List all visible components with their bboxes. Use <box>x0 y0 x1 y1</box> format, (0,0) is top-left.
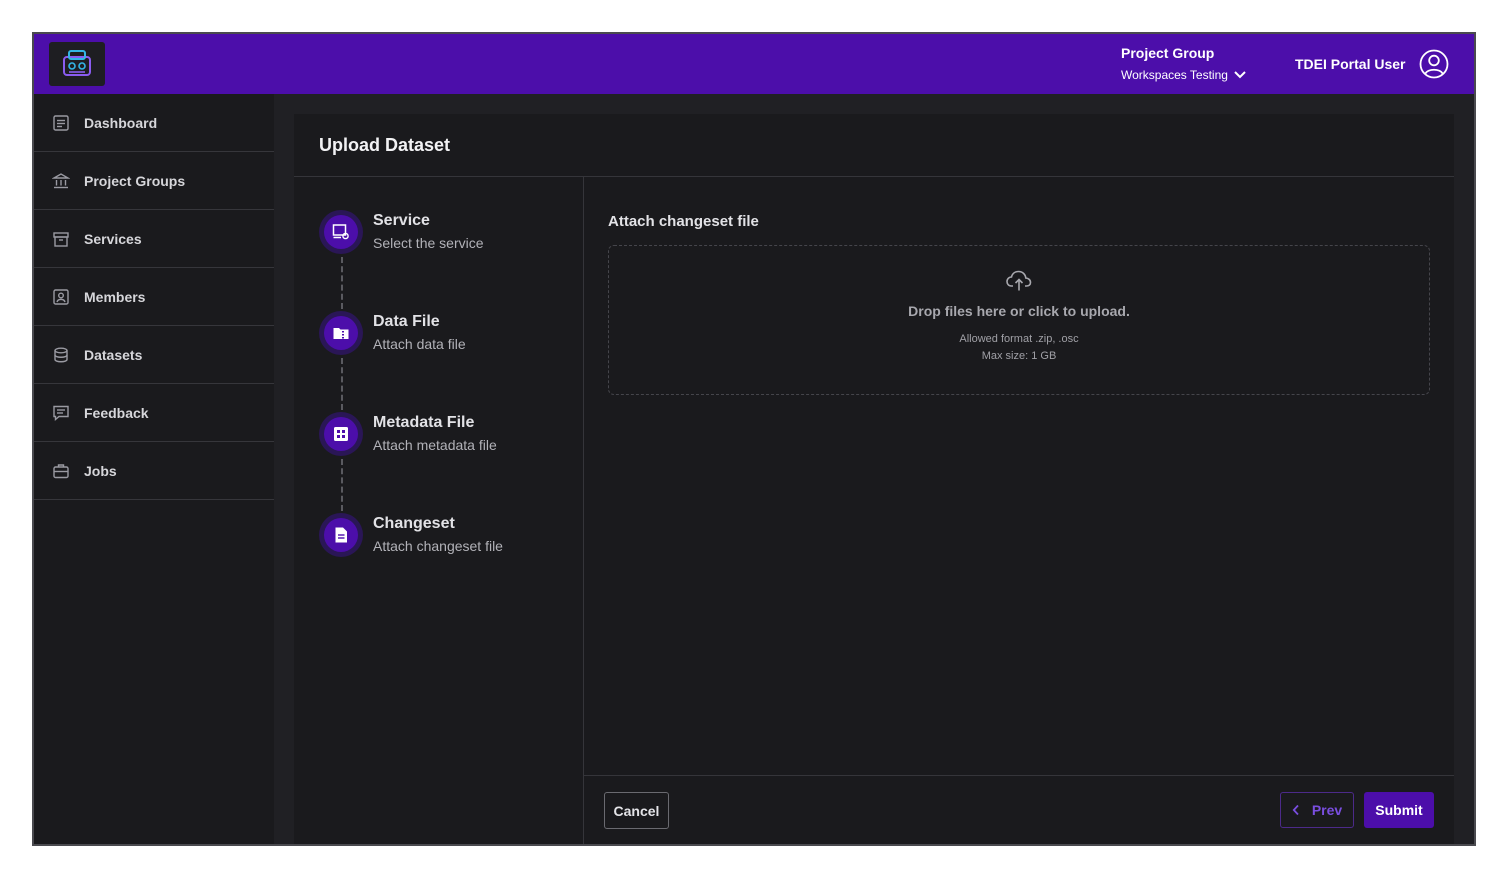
form-footer: Cancel Prev Submit <box>584 775 1454 844</box>
logo-icon <box>63 50 91 76</box>
project-group-label: Project Group <box>1121 45 1215 61</box>
step-circle-inner <box>324 518 358 552</box>
step-circle <box>319 311 363 355</box>
sidebar-item-members[interactable]: Members <box>34 268 274 326</box>
briefcase-icon <box>53 463 69 478</box>
sidebar-item-label: Project Groups <box>84 172 186 189</box>
sidebar-item-services[interactable]: Services <box>34 210 274 268</box>
upload-dataset-card: Upload Dataset Service Select the servic… <box>294 114 1454 844</box>
step-circle <box>319 210 363 254</box>
document-icon <box>335 527 347 543</box>
sidebar-item-dashboard[interactable]: Dashboard <box>34 94 274 152</box>
sidebar-item-label: Jobs <box>84 462 117 479</box>
step-connector <box>341 257 343 309</box>
member-badge-icon <box>53 288 69 305</box>
bank-icon <box>52 172 70 188</box>
sidebar-item-label: Members <box>84 288 146 305</box>
archive-icon <box>53 231 69 247</box>
feedback-icon <box>53 405 69 421</box>
sidebar-item-label: Datasets <box>84 346 143 363</box>
step-title: Service <box>373 212 430 229</box>
sidebar: Dashboard Project Groups Services Member… <box>34 94 274 844</box>
sidebar-item-project-groups[interactable]: Project Groups <box>34 152 274 210</box>
step-circle-inner <box>324 417 358 451</box>
step-content: Attach changeset file Drop files here or… <box>584 177 1454 844</box>
user-avatar-icon <box>1420 49 1449 79</box>
cancel-button[interactable]: Cancel <box>604 792 669 829</box>
stepper: Service Select the service Data File Att… <box>294 177 584 844</box>
main-area: Upload Dataset Service Select the servic… <box>274 94 1474 844</box>
database-icon <box>54 347 68 362</box>
sidebar-item-jobs[interactable]: Jobs <box>34 442 274 500</box>
step-subtitle: Attach changeset file <box>373 538 503 554</box>
max-size-text: Max size: 1 GB <box>981 350 1057 362</box>
page-title: Upload Dataset <box>319 134 451 155</box>
app-window: Project Group Workspaces Testing TDEI Po… <box>32 32 1476 846</box>
chevron-left-icon <box>1292 804 1299 816</box>
step-circle <box>319 412 363 456</box>
grid-icon <box>334 427 348 441</box>
dropzone-text: Drop files here or click to upload. <box>908 303 1130 319</box>
step-title: Data File <box>373 313 440 330</box>
step-service[interactable]: Service Select the service <box>319 210 484 254</box>
step-circle-inner <box>324 316 358 350</box>
sidebar-item-label: Services <box>84 230 142 247</box>
prev-button-label: Prev <box>1311 802 1343 818</box>
user-menu[interactable]: TDEI Portal User <box>1295 48 1449 80</box>
prev-button[interactable]: Prev <box>1280 792 1354 828</box>
cloud-upload-icon <box>1006 270 1032 291</box>
card-header: Upload Dataset <box>294 114 1454 177</box>
file-dropzone[interactable]: Drop files here or click to upload. Allo… <box>608 245 1430 395</box>
sidebar-item-feedback[interactable]: Feedback <box>34 384 274 442</box>
workspace-name: Workspaces Testing <box>1121 68 1228 82</box>
step-connector <box>341 358 343 410</box>
step-circle-inner <box>324 215 358 249</box>
step-title: Metadata File <box>373 414 475 431</box>
attach-changeset-label: Attach changeset file <box>608 213 759 230</box>
step-subtitle: Select the service <box>373 235 484 251</box>
step-circle <box>319 513 363 557</box>
sidebar-item-datasets[interactable]: Datasets <box>34 326 274 384</box>
step-changeset[interactable]: Changeset Attach changeset file <box>319 513 503 557</box>
allowed-format-text: Allowed format .zip, .osc <box>959 333 1079 345</box>
top-bar: Project Group Workspaces Testing TDEI Po… <box>34 34 1474 94</box>
step-subtitle: Attach data file <box>373 336 466 352</box>
step-metadata-file[interactable]: Metadata File Attach metadata file <box>319 412 497 456</box>
project-group-selector[interactable]: Project Group Workspaces Testing <box>1121 44 1246 83</box>
submit-button[interactable]: Submit <box>1364 792 1434 828</box>
step-subtitle: Attach metadata file <box>373 437 497 453</box>
dashboard-icon <box>53 114 69 131</box>
service-icon <box>332 224 349 240</box>
sidebar-item-label: Dashboard <box>84 114 158 131</box>
chevron-down-icon <box>1234 71 1246 79</box>
step-data-file[interactable]: Data File Attach data file <box>319 311 466 355</box>
step-title: Changeset <box>373 515 455 532</box>
step-connector <box>341 459 343 511</box>
app-logo[interactable] <box>49 42 105 86</box>
folder-zip-icon <box>333 328 349 339</box>
user-name: TDEI Portal User <box>1295 56 1406 72</box>
sidebar-item-label: Feedback <box>84 404 149 421</box>
